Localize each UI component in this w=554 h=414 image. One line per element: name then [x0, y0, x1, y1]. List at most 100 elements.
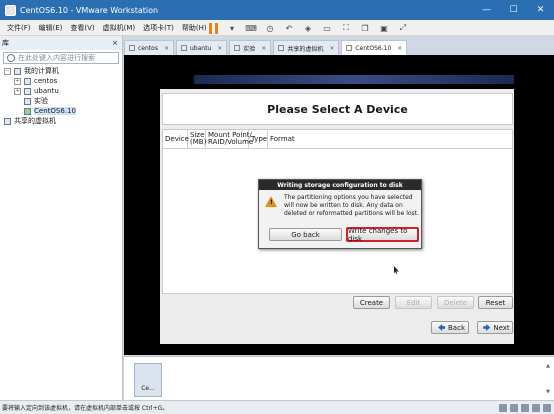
tree-item-my-computer[interactable]: − 我的计算机 — [0, 66, 122, 76]
arrow-right-icon — [483, 324, 491, 331]
go-back-button[interactable]: Go back — [269, 228, 342, 241]
title-bar: CentOS6.10 - VMware Workstation — ☐ ✕ — [0, 0, 554, 20]
library-search-box[interactable]: 在此处键入内容进行搜索 — [3, 52, 119, 64]
network-icon[interactable] — [521, 404, 529, 412]
usb-icon[interactable] — [532, 404, 540, 412]
next-button[interactable]: Next — [477, 321, 513, 334]
library-close-icon[interactable]: × — [112, 39, 118, 47]
snapshot-icon[interactable]: ◷ — [264, 22, 276, 34]
send-ctrl-alt-del-icon[interactable]: ⌨ — [245, 22, 257, 34]
reset-button[interactable]: Reset — [478, 296, 513, 309]
vm-thumbnail[interactable]: Ce... — [134, 363, 162, 397]
tree-item-centos610[interactable]: CentOS6.10 — [0, 106, 122, 116]
vm-icon — [24, 87, 31, 95]
tree-item-centos[interactable]: + centos — [0, 76, 122, 86]
tab-label: 共享的虚拟机 — [287, 45, 324, 53]
revert-snapshot-icon[interactable]: ↶ — [283, 22, 295, 34]
search-icon — [7, 54, 15, 62]
snapshot-manager-icon[interactable]: ◈ — [302, 22, 314, 34]
window-title: CentOS6.10 - VMware Workstation — [20, 5, 159, 15]
minimize-button[interactable]: — — [473, 0, 500, 20]
scroll-up-icon[interactable]: ▲ — [546, 363, 550, 369]
shared-vm-icon — [4, 117, 11, 125]
vm-console[interactable]: Please Select A Device Device Size (MB) … — [124, 55, 554, 355]
console-view-icon[interactable]: ▣ — [378, 22, 390, 34]
tab-close-icon[interactable]: × — [261, 45, 266, 52]
vm-tabs: centos × ubantu × 实验 × 共享的虚拟机 × CentOS6.10 × — [124, 40, 409, 55]
collapse-icon[interactable]: − — [4, 67, 11, 75]
vm-tab-icon — [234, 45, 241, 51]
device-table-header: Device Size (MB) Mount Point/ RAID/Volum… — [163, 129, 512, 149]
tab-close-icon[interactable]: × — [164, 45, 169, 52]
unity-icon[interactable]: ❐ — [359, 22, 371, 34]
tab-shared-vms[interactable]: 共享的虚拟机 × — [273, 40, 340, 55]
tab-label: centos — [138, 44, 158, 52]
toolbar: ▾ ⌨ ◷ ↶ ◈ ▭ ⛶ ❐ ▣ ⤢ — [207, 20, 432, 36]
tab-close-icon[interactable]: × — [397, 45, 402, 52]
back-button[interactable]: Back — [431, 321, 469, 334]
tree-item-ubantu[interactable]: + ubantu — [0, 86, 122, 96]
page-title: Please Select A Device — [162, 93, 513, 125]
menu-edit[interactable]: 编辑(E) — [39, 23, 63, 33]
installer-banner — [194, 75, 514, 84]
vm-tab-icon — [180, 45, 187, 51]
tab-shiyan[interactable]: 实验 × — [229, 40, 272, 55]
column-mount-point: Mount Point/ RAID/Volume — [206, 129, 253, 149]
device-status-icons — [496, 404, 551, 412]
vm-tab-icon — [278, 45, 285, 51]
menu-file[interactable]: 文件(F) — [7, 23, 31, 33]
edit-button[interactable]: Edit — [395, 296, 432, 309]
tree-item-label: 实验 — [34, 97, 48, 105]
warning-mark: ! — [270, 199, 273, 206]
tree-item-label: centos — [34, 77, 58, 85]
sound-icon[interactable] — [543, 404, 551, 412]
write-changes-button[interactable]: Write changes to disk — [346, 227, 419, 243]
tab-centos[interactable]: centos × — [124, 40, 174, 55]
tree-item-shared-vms[interactable]: 共享的虚拟机 — [0, 116, 122, 126]
scroll-down-icon[interactable]: ▼ — [546, 389, 550, 395]
cdrom-icon[interactable] — [510, 404, 518, 412]
menu-view[interactable]: 查看(V) — [70, 23, 94, 33]
thumbnail-bar: Ce... ▲ ▼ — [124, 356, 554, 400]
close-button[interactable]: ✕ — [527, 0, 554, 20]
stretch-icon[interactable]: ⤢ — [397, 22, 409, 34]
status-bar: 要将输入定向到该虚拟机，请在虚拟机内部单击或按 Ctrl+G。 — [0, 400, 554, 414]
vm-icon — [24, 77, 31, 85]
tab-ubantu[interactable]: ubantu × — [175, 40, 228, 55]
column-type: Type — [249, 129, 268, 149]
create-button[interactable]: Create — [353, 296, 390, 309]
power-dropdown-icon[interactable]: ▾ — [226, 22, 238, 34]
hdd-icon[interactable] — [499, 404, 507, 412]
thumbnail-scrollbar[interactable]: ▲ ▼ — [544, 363, 552, 395]
tab-label: 实验 — [243, 45, 256, 53]
tree-item-shiyan[interactable]: 实验 — [0, 96, 122, 106]
vm-running-icon — [24, 107, 31, 115]
tab-centos610[interactable]: CentOS6.10 × — [341, 40, 408, 55]
library-header: 库 × — [0, 36, 122, 50]
column-size: Size (MB) — [188, 129, 206, 149]
maximize-button[interactable]: ☐ — [500, 0, 527, 20]
vmware-app-icon — [5, 4, 16, 16]
expand-icon[interactable]: + — [14, 87, 21, 95]
delete-button[interactable]: Delete — [437, 296, 474, 309]
view-console-icon[interactable]: ▭ — [321, 22, 333, 34]
tree-item-label: CentOS6.10 — [34, 107, 76, 115]
library-search-placeholder: 在此处键入内容进行搜索 — [18, 54, 95, 62]
menu-help[interactable]: 帮助(H) — [182, 23, 207, 33]
menu-vm[interactable]: 虚拟机(M) — [103, 23, 136, 33]
menu-tabs[interactable]: 选项卡(T) — [143, 23, 174, 33]
tab-close-icon[interactable]: × — [217, 45, 222, 52]
tree-item-label: 我的计算机 — [24, 67, 59, 75]
full-screen-icon[interactable]: ⛶ — [340, 22, 352, 34]
power-pause-button[interactable] — [207, 22, 219, 34]
tree-item-label: ubantu — [34, 87, 59, 95]
tab-close-icon[interactable]: × — [329, 45, 334, 52]
vm-tab-icon — [346, 45, 353, 51]
dialog-title: Writing storage configuration to disk — [259, 180, 421, 190]
expand-icon[interactable]: + — [14, 77, 21, 85]
next-label: Next — [493, 323, 510, 332]
dialog-message: The partitioning options you have select… — [284, 194, 419, 217]
write-storage-dialog: Writing storage configuration to disk ! … — [258, 179, 422, 249]
thumbnail-label: Ce... — [141, 385, 155, 392]
vm-icon — [24, 97, 31, 105]
